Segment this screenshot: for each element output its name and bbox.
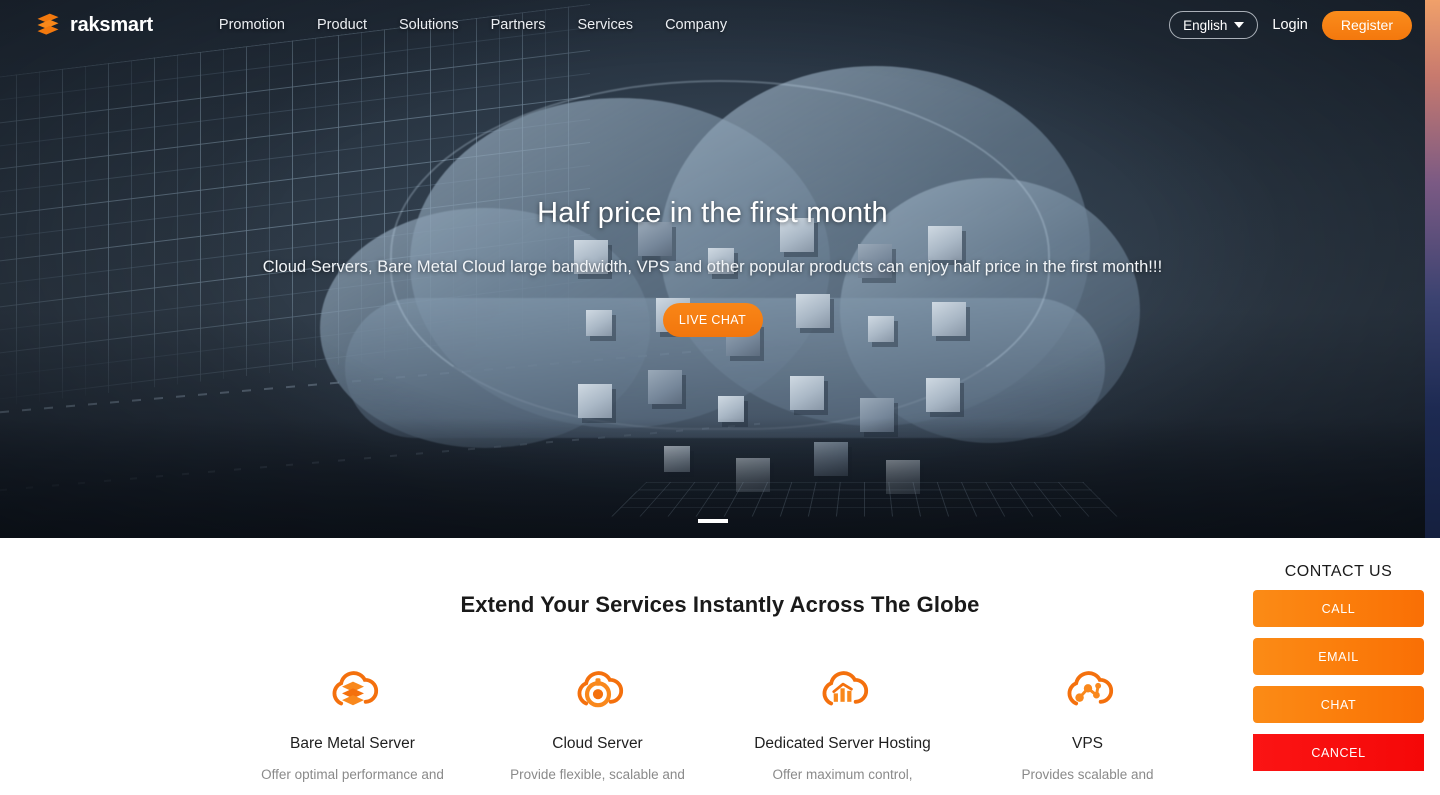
hero-next-slide-preview[interactable] [1425,0,1440,538]
hero-content: Half price in the first month Cloud Serv… [0,0,1425,538]
section-title: Extend Your Services Instantly Across Th… [460,592,980,617]
site-header: raksmart Promotion Product Solutions Par… [0,0,1440,50]
raksmart-logo-icon [37,13,59,35]
contact-chat-button[interactable]: CHAT [1253,686,1424,723]
carousel-dot-1[interactable] [697,519,728,523]
feature-desc: Offer maximum control, [772,767,913,782]
contact-call-button[interactable]: CALL [1253,590,1424,627]
language-selector[interactable]: English [1169,11,1259,39]
nav-item-company[interactable]: Company [649,11,743,39]
feature-bare-metal-server[interactable]: Bare Metal Server Offer optimal performa… [230,663,475,785]
contact-cancel-button[interactable]: CANCEL [1253,734,1424,771]
carousel-indicators [0,519,1425,523]
cloud-server-stack-icon [332,671,378,706]
hero-carousel: Half price in the first month Cloud Serv… [0,0,1440,538]
login-link[interactable]: Login [1272,17,1307,33]
feature-title: Bare Metal Server [290,735,415,752]
feature-vps[interactable]: VPS Provides scalable and [965,663,1210,785]
nav-item-product[interactable]: Product [301,11,383,39]
main-nav: Promotion Product Solutions Partners Ser… [203,11,743,39]
header-actions: English Login Register [1169,10,1412,40]
feature-cloud-server[interactable]: Cloud Server Provide flexible, scalable … [475,663,720,785]
logo[interactable]: raksmart [34,11,153,39]
hero-subtitle: Cloud Servers, Bare Metal Cloud large ba… [262,257,1163,276]
cloud-network-icon [1067,671,1113,706]
feature-dedicated-server-hosting[interactable]: Dedicated Server Hosting Offer maximum c… [720,663,965,785]
feature-title: VPS [1071,735,1103,752]
raksmart-homepage: Half price in the first month Cloud Serv… [0,0,1440,795]
nav-item-services[interactable]: Services [561,11,649,39]
feature-desc: Provide flexible, scalable and [510,767,685,782]
contact-panel: CONTACT US CALL EMAIL CHAT CANCEL [1253,563,1424,771]
cloud-chart-icon [822,671,868,706]
cloud-gear-icon [577,671,623,708]
feature-list: Bare Metal Server Offer optimal performa… [230,663,1210,785]
feature-desc: Offer optimal performance and [261,767,444,782]
hero-title: Half price in the first month [537,197,888,229]
live-chat-button[interactable]: LIVE CHAT [662,302,763,337]
feature-title: Cloud Server [552,735,643,752]
logo-text: raksmart [70,13,153,36]
contact-email-button[interactable]: EMAIL [1253,638,1424,675]
contact-panel-heading: CONTACT US [1284,563,1393,580]
feature-desc: Provides scalable and [1021,767,1154,782]
chevron-down-icon [1234,22,1245,28]
nav-item-partners[interactable]: Partners [475,11,562,39]
nav-item-promotion[interactable]: Promotion [203,11,301,39]
register-button[interactable]: Register [1321,10,1412,40]
nav-item-solutions[interactable]: Solutions [383,11,475,39]
main-section: Extend Your Services Instantly Across Th… [0,538,1440,795]
feature-title: Dedicated Server Hosting [754,735,931,752]
language-label: English [1183,17,1228,33]
